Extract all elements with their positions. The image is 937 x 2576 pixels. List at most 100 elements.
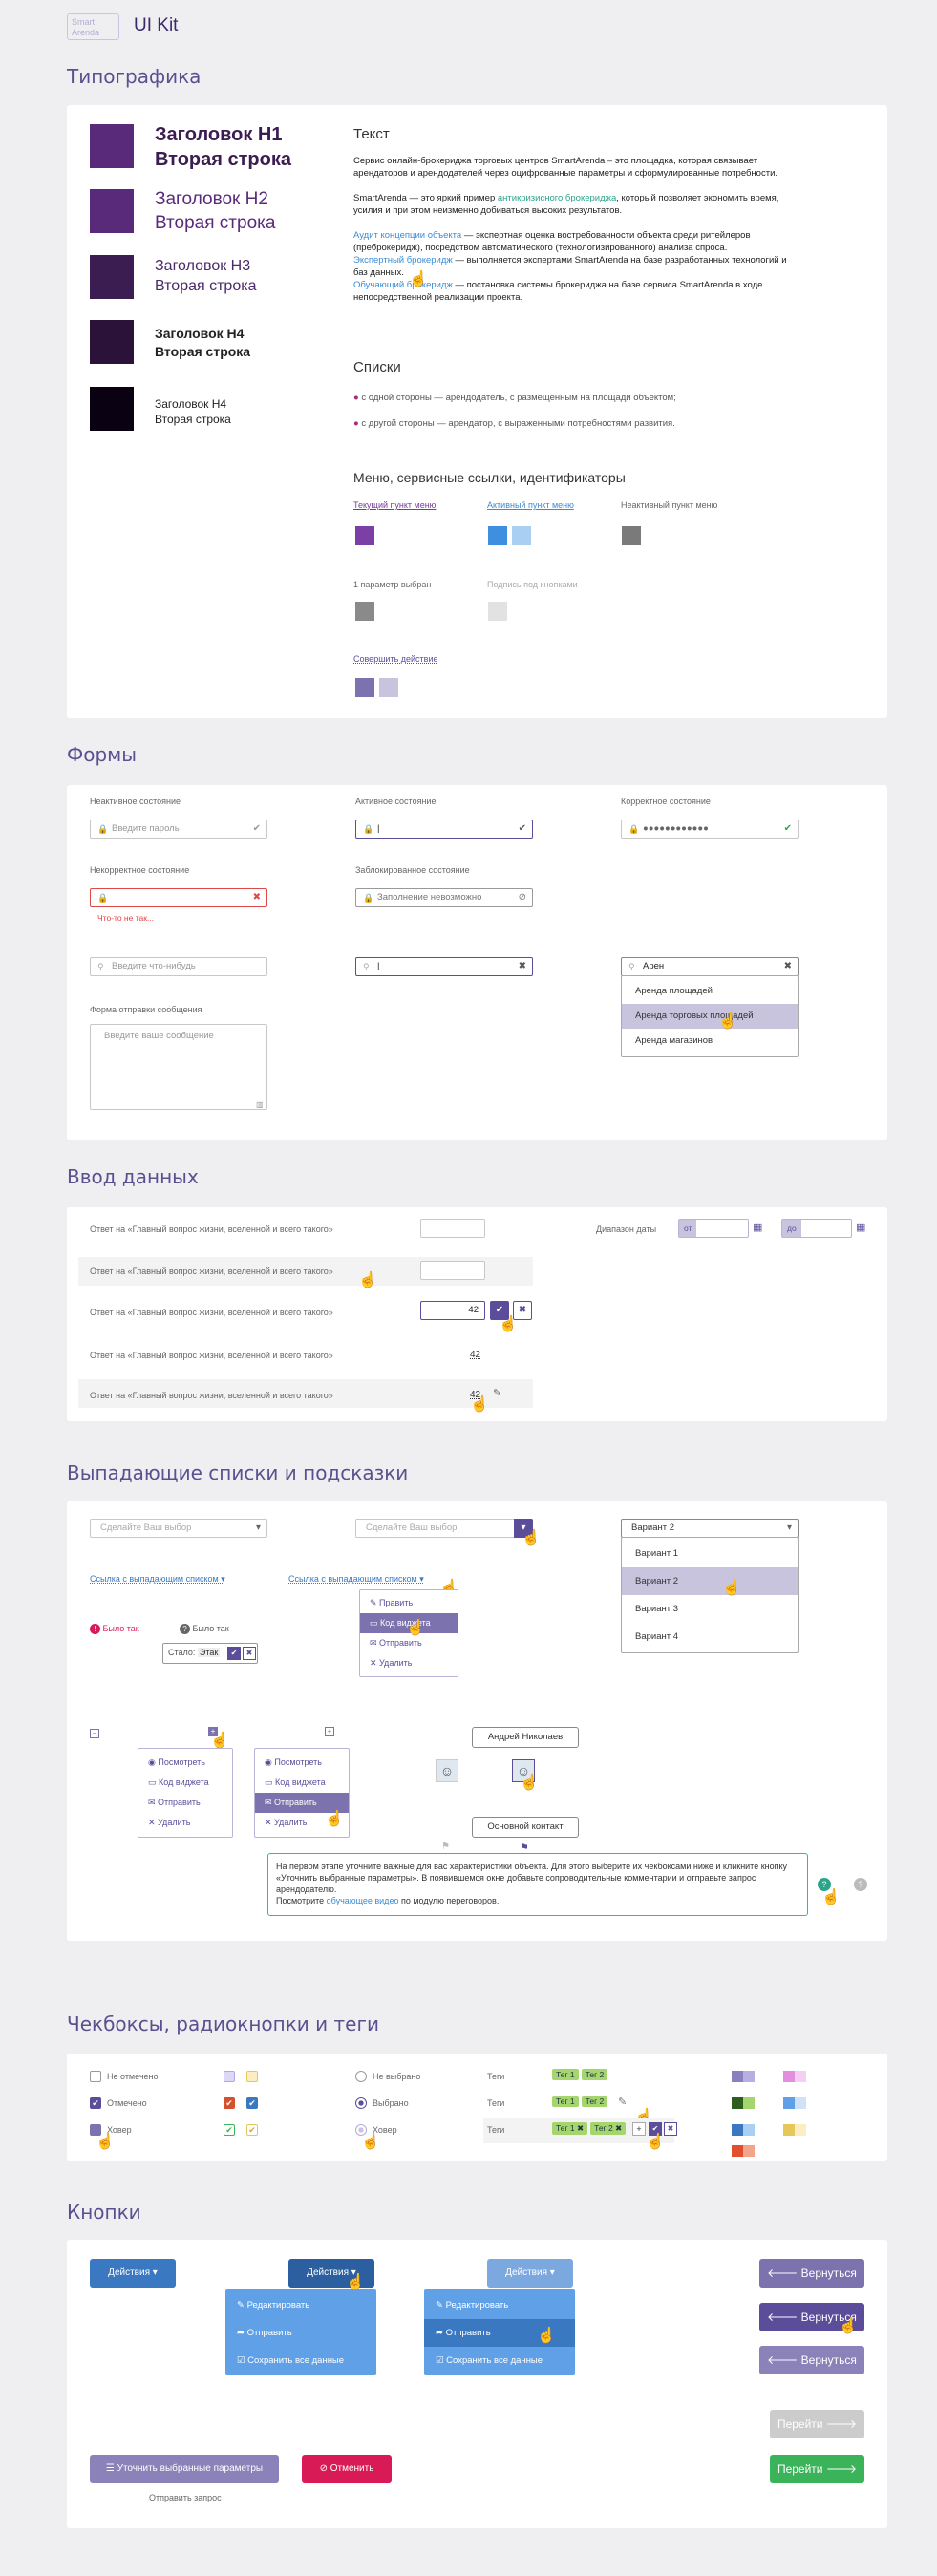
radio-selected[interactable]	[355, 2097, 367, 2109]
dropdown-link[interactable]: Ссылка с выпадающим списком ▾	[288, 1574, 424, 1585]
menu-item-save[interactable]: ☑ Сохранить все данные	[225, 2347, 376, 2374]
list-item[interactable]: Аренда торговых площадей	[622, 1004, 798, 1029]
refine-params-button[interactable]: ☰ Уточнить выбранные параметры	[90, 2455, 279, 2483]
password-field-error[interactable]: 🔒 ✖	[90, 888, 267, 907]
checkbox-color[interactable]	[246, 2071, 258, 2082]
link[interactable]: Экспертный брокеридж	[353, 255, 453, 266]
link[interactable]: антикризисного брокериджа	[498, 193, 616, 203]
menu-item-view[interactable]: ◉ Посмотреть	[255, 1753, 349, 1773]
confirm-button[interactable]: ✔	[227, 1647, 241, 1660]
resize-icon[interactable]: ▥	[256, 1100, 264, 1109]
cancel-small-button[interactable]: ✖	[664, 2122, 677, 2136]
calendar-icon[interactable]: ▦	[753, 1221, 762, 1233]
flag-icon[interactable]: ⚑	[441, 1842, 450, 1852]
logo: Smart Arenda	[67, 13, 119, 40]
help-icon[interactable]: ?	[854, 1878, 867, 1891]
calendar-icon[interactable]: ▦	[856, 1221, 865, 1233]
tag[interactable]: Тег 2 ✖	[590, 2122, 627, 2135]
date-from-field[interactable]: от	[678, 1219, 749, 1238]
tag[interactable]: Тег 1 ✖	[552, 2122, 588, 2135]
radio-label: Выбрано	[373, 2098, 409, 2108]
radio[interactable]	[355, 2071, 367, 2082]
tag[interactable]: Тег 2	[581, 2069, 608, 2080]
tags-label: Теги	[487, 2125, 505, 2135]
checkbox[interactable]: ✔	[90, 2097, 101, 2109]
checkbox-color[interactable]: ✔	[224, 2124, 235, 2136]
menu-item-edit[interactable]: ✎ Редактировать	[225, 2291, 376, 2319]
menu-item-send[interactable]: ➦ Отправить	[225, 2319, 376, 2347]
checkbox-color[interactable]: ✔	[246, 2097, 258, 2109]
menu-item-current[interactable]: Текущий пункт меню	[353, 500, 436, 510]
label-blocked: Заблокированное состояние	[355, 865, 470, 875]
actions-button[interactable]: Действия ▾	[487, 2259, 573, 2288]
action-link[interactable]: Совершить действие	[353, 654, 437, 664]
color-swatch	[743, 2145, 755, 2157]
error-badge: ! Было так	[90, 1624, 139, 1634]
select-open[interactable]: Вариант 2 ▾	[621, 1519, 799, 1538]
answer-input[interactable]	[420, 1261, 485, 1280]
cancel-button[interactable]: ⊘ Отменить	[302, 2455, 392, 2483]
avatar[interactable]: ☺	[436, 1759, 458, 1782]
checkbox-color[interactable]: ✔	[246, 2124, 258, 2136]
list-item[interactable]: Аренда площадей	[622, 979, 798, 1004]
option[interactable]: Вариант 4	[622, 1623, 798, 1650]
list-item[interactable]: Аренда магазинов	[622, 1029, 798, 1054]
add-tag-button[interactable]: +	[632, 2122, 646, 2136]
menu-item-view[interactable]: ◉ Посмотреть	[138, 1753, 232, 1773]
checkbox-color[interactable]: ✔	[224, 2097, 235, 2109]
menu-item-send[interactable]: ✉ Отправить	[138, 1793, 232, 1813]
pencil-icon[interactable]: ✎	[618, 2096, 627, 2108]
select-options: Вариант 1 Вариант 2 Вариант 3 Вариант 4	[621, 1537, 799, 1653]
option[interactable]: Вариант 1	[622, 1540, 798, 1567]
video-link[interactable]: обучающее видео	[327, 1896, 399, 1905]
hand-cursor-icon: ☝	[520, 1775, 539, 1791]
select[interactable]: Сделайте Ваш выбор ▾	[90, 1519, 267, 1538]
send-request-link[interactable]: Отправить запрос	[149, 2493, 222, 2502]
menu-item-delete[interactable]: ✕ Удалить	[138, 1813, 232, 1833]
answer-input-active[interactable]: 42	[420, 1301, 485, 1320]
dropdown-link[interactable]: Ссылка с выпадающим списком ▾	[90, 1574, 225, 1585]
label-correct: Корректное состояние	[621, 797, 711, 806]
date-range-label: Диапазон даты	[596, 1224, 657, 1234]
menu-item-widget[interactable]: ▭ Код виджета	[138, 1773, 232, 1793]
link[interactable]: Обучающий брокеридж	[353, 280, 453, 290]
date-to-field[interactable]: до	[781, 1219, 852, 1238]
option[interactable]: Вариант 3	[622, 1595, 798, 1623]
expand-icon[interactable]: +	[325, 1727, 334, 1736]
pencil-icon: ✎	[370, 1598, 380, 1607]
collapse-icon[interactable]: −	[90, 1729, 99, 1738]
answer-input[interactable]	[420, 1219, 485, 1238]
monitor-icon: ▭	[370, 1618, 381, 1628]
password-field[interactable]: 🔒 Введите пароль ✔	[90, 820, 267, 839]
cancel-small-button[interactable]: ✖	[243, 1647, 256, 1660]
checkbox[interactable]	[90, 2071, 101, 2082]
password-field-active[interactable]: 🔒 | ✔	[355, 820, 533, 839]
lock-icon: 🔒	[97, 824, 109, 834]
actions-button[interactable]: Действия ▾	[90, 2259, 176, 2288]
menu-item-edit[interactable]: ✎ Редактировать	[424, 2291, 575, 2319]
back-button[interactable]: 🡐 Вернуться	[759, 2259, 864, 2288]
swatch	[488, 602, 507, 621]
menu-item-edit[interactable]: ✎ Править	[360, 1593, 458, 1613]
tag[interactable]: Тег 1	[552, 2069, 579, 2080]
menu-item-save[interactable]: ☑ Сохранить все данные	[424, 2347, 575, 2374]
menu-item-widget[interactable]: ▭ Код виджета	[255, 1773, 349, 1793]
select-hover[interactable]: Сделайте Ваш выбор	[355, 1519, 533, 1538]
menu-item-delete[interactable]: ✕ Удалить	[360, 1653, 458, 1673]
tag[interactable]: Тег 1	[552, 2096, 579, 2107]
link[interactable]: Аудит концепции объекта	[353, 230, 461, 241]
swatch	[90, 387, 134, 431]
password-field-correct[interactable]: 🔒 ●●●●●●●●●●●● ✔	[621, 820, 799, 839]
search-input[interactable]: ⚲ Введите что-нибудь	[90, 957, 267, 976]
back-button[interactable]: 🡐 Вернуться	[759, 2346, 864, 2374]
search-input-active[interactable]: ⚲ | ✖	[355, 957, 533, 976]
message-textarea[interactable]: Введите ваше сообщение	[90, 1024, 267, 1110]
option[interactable]: Вариант 2	[622, 1567, 798, 1595]
autocomplete-input[interactable]: ⚲ Арен ✖	[621, 957, 799, 976]
next-button[interactable]: Перейти 🡒	[770, 2455, 864, 2483]
tag[interactable]: Тег 2	[581, 2096, 608, 2107]
menu-item-active[interactable]: Активный пункт меню	[487, 500, 574, 510]
checkbox-color[interactable]	[224, 2071, 235, 2082]
pencil-icon[interactable]: ✎	[493, 1387, 501, 1399]
color-swatch	[795, 2124, 806, 2136]
